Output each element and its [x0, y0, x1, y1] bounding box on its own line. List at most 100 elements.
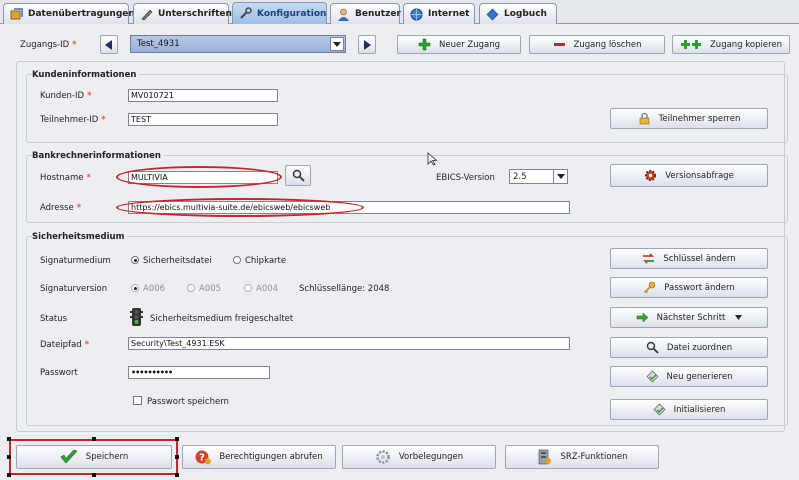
plus-icon	[418, 38, 431, 51]
radio-selected-icon	[131, 284, 139, 292]
signaturmedium-label: Signaturmedium	[40, 256, 111, 266]
new-account-label: Neuer Zugang	[439, 39, 500, 50]
key-length-text: Schlüssellänge: 2048	[299, 284, 390, 294]
radio-label: Sicherheitsdatei	[143, 256, 212, 266]
passwort-label: Passwort	[40, 368, 78, 378]
delete-account-label: Zugang löschen	[573, 39, 642, 50]
regenerate-label: Neu generieren	[666, 371, 733, 382]
search-host-button[interactable]	[285, 165, 311, 186]
regenerate-icon	[646, 370, 659, 383]
zugangs-id-value: Test_4931	[137, 39, 180, 49]
fetch-permissions-label: Berechtigungen abrufen	[219, 452, 323, 462]
key-swap-icon	[642, 252, 655, 265]
tab-bar: Datenübertragungen Unterschriften Konfig…	[0, 0, 799, 24]
chevron-down-icon	[735, 315, 743, 320]
tab-unterschriften[interactable]: Unterschriften	[133, 3, 232, 24]
copy-account-button[interactable]: Zugang kopieren	[672, 35, 790, 54]
search-icon	[292, 169, 305, 182]
tab-benutzer[interactable]: Benutzer	[330, 3, 401, 24]
radio-a005[interactable]: A005	[187, 284, 221, 294]
change-password-label: Passwort ändern	[664, 282, 735, 293]
server-icon	[536, 449, 552, 465]
wrench-icon	[239, 7, 252, 20]
srz-functions-button[interactable]: SRZ-Funktionen	[505, 445, 659, 469]
tab-internet[interactable]: Internet	[403, 3, 475, 24]
delete-account-button[interactable]: Zugang löschen	[529, 35, 665, 54]
radio-sicherheitsdatei[interactable]: Sicherheitsdatei	[131, 256, 212, 266]
change-password-button[interactable]: Passwort ändern	[610, 277, 768, 298]
radio-icon	[244, 284, 252, 292]
teilnehmer-id-label: Teilnehmer-ID *	[40, 115, 106, 125]
tab-datenuebertragungen[interactable]: Datenübertragungen	[3, 3, 135, 24]
teilnehmer-id-field[interactable]: TEST	[128, 113, 278, 126]
initialize-label: Initialisieren	[673, 404, 726, 415]
previous-button[interactable]	[100, 35, 118, 54]
next-step-button[interactable]: Nächster Schritt	[610, 307, 768, 328]
new-account-button[interactable]: Neuer Zugang	[397, 35, 521, 54]
search-icon	[646, 341, 659, 354]
tab-label: Benutzer	[355, 9, 401, 19]
tab-label: Datenübertragungen	[28, 9, 135, 19]
radio-chipkarte[interactable]: Chipkarte	[233, 256, 286, 266]
traffic-light-icon	[130, 308, 143, 326]
pen-icon	[140, 8, 153, 21]
radio-selected-icon	[131, 256, 139, 264]
book-icon	[486, 8, 499, 21]
radio-label: Chipkarte	[245, 256, 287, 266]
selection-handle	[7, 437, 11, 441]
radio-label: A005	[199, 284, 222, 294]
gear-icon	[644, 169, 657, 182]
lock-icon	[638, 112, 651, 125]
dropdown-arrow-icon[interactable]	[330, 37, 344, 51]
kunden-id-label: Kunden-ID *	[40, 91, 92, 101]
svg-text:?: ?	[199, 453, 205, 464]
tab-label: Konfiguration	[257, 8, 327, 19]
radio-a004[interactable]: A004	[244, 284, 278, 294]
block-participant-button[interactable]: Teilnehmer sperren	[610, 108, 768, 129]
version-query-button[interactable]: Versionsabfrage	[610, 164, 768, 187]
selection-handle	[7, 455, 11, 459]
block-participant-label: Teilnehmer sperren	[658, 113, 741, 124]
assign-file-button[interactable]: Datei zuordnen	[610, 337, 768, 358]
zugangs-id-label: Zugangs-ID *	[20, 40, 77, 50]
initialize-button[interactable]: Initialisieren	[610, 399, 768, 420]
hostname-highlight	[116, 166, 282, 188]
next-button[interactable]	[358, 35, 376, 54]
radio-a006[interactable]: A006	[131, 284, 165, 294]
status-value: Sicherheitsmedium freigeschaltet	[150, 314, 294, 324]
ebics-version-label: EBICS-Version	[436, 173, 495, 183]
selection-handle	[175, 455, 179, 459]
change-key-button[interactable]: Schlüssel ändern	[610, 248, 768, 269]
adresse-label: Adresse *	[40, 203, 82, 213]
adresse-highlight	[116, 198, 364, 217]
minus-icon	[553, 38, 566, 51]
help-icon: ?	[195, 449, 212, 465]
tab-label: Unterschriften	[158, 9, 232, 19]
srz-functions-label: SRZ-Funktionen	[560, 452, 628, 462]
kunden-id-field[interactable]: MV010721	[128, 89, 278, 102]
passwort-field[interactable]: ••••••••••	[128, 366, 270, 379]
selection-handle	[175, 473, 179, 477]
defaults-button[interactable]: Vorbelegungen	[342, 445, 496, 469]
save-label: Speichern	[85, 452, 129, 462]
copy-account-label: Zugang kopieren	[709, 39, 783, 50]
tab-logbuch[interactable]: Logbuch	[479, 3, 557, 24]
tab-konfiguration[interactable]: Konfiguration	[232, 2, 327, 24]
tab-label: Logbuch	[504, 9, 547, 19]
save-button[interactable]: Speichern	[16, 445, 172, 469]
ebics-version-value: 2.5	[513, 172, 527, 182]
save-password-checkbox[interactable]: Passwort speichern	[133, 396, 229, 407]
initialize-icon	[653, 403, 666, 416]
regenerate-button[interactable]: Neu generieren	[610, 366, 768, 387]
user-icon	[337, 8, 350, 21]
ebics-version-select[interactable]: 2.5	[509, 169, 568, 184]
security-medium-title: Sicherheitsmedium	[32, 232, 128, 242]
change-key-label: Schlüssel ändern	[663, 253, 736, 264]
dateipfad-field[interactable]: Security\Test_4931.ESK	[128, 337, 570, 350]
hostname-label: Hostname *	[40, 173, 91, 183]
zugangs-id-select[interactable]: Test_4931	[130, 35, 346, 53]
globe-icon	[410, 8, 423, 21]
arrow-right-icon	[364, 39, 371, 50]
checkmark-icon	[60, 449, 78, 465]
fetch-permissions-button[interactable]: ? Berechtigungen abrufen	[182, 445, 336, 469]
